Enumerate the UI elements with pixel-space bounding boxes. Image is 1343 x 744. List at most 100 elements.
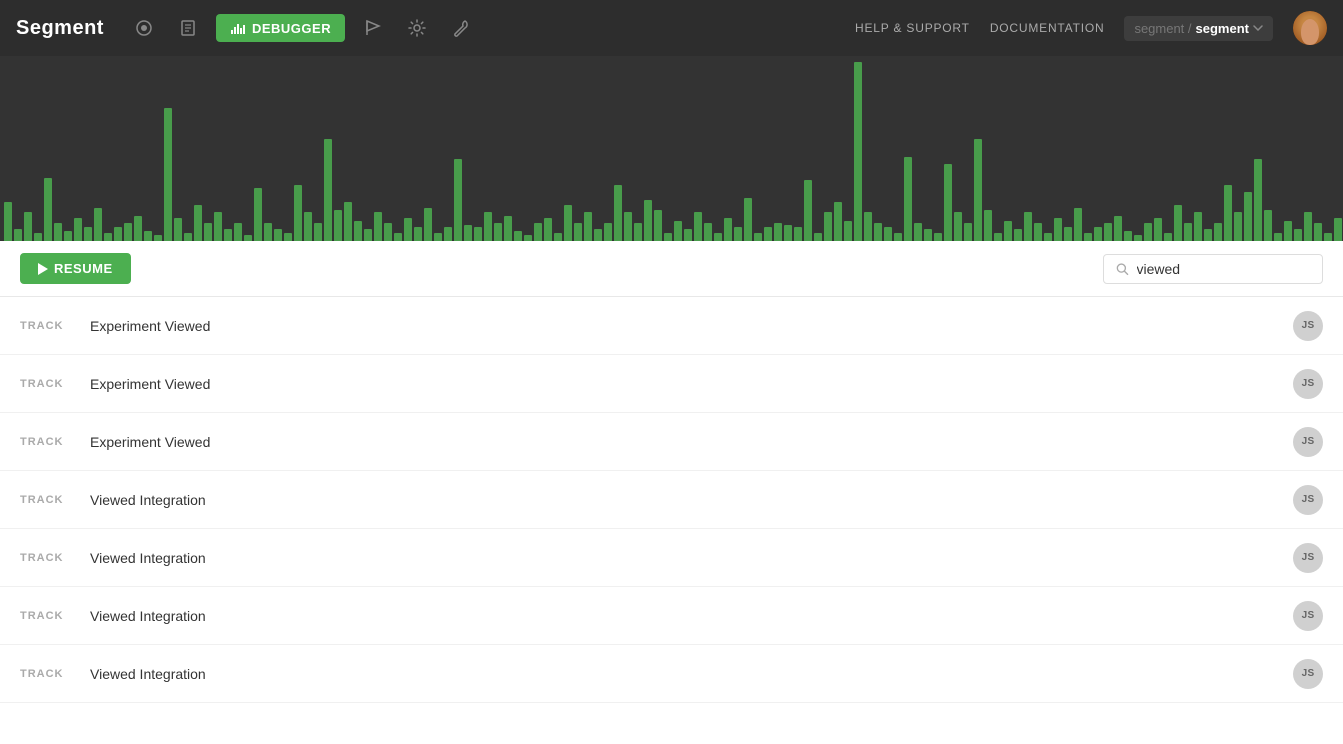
chart-bar [864,212,872,241]
chart-bar [964,223,972,241]
chart-bar [1294,229,1302,241]
documentation-link[interactable]: DOCUMENTATION [990,21,1105,35]
chart-bar [944,164,952,241]
search-input[interactable] [1137,261,1310,277]
chart-bar [144,231,152,241]
schema-icon[interactable] [172,12,204,44]
workspace-selector[interactable]: segment / segment [1124,16,1273,41]
app-logo: Segment [16,17,104,40]
chart-bar [34,233,42,241]
chart-bar [314,223,322,241]
event-row[interactable]: TRACKViewed IntegrationJS [0,471,1343,529]
chart-bar [194,205,202,241]
chart-bar [234,223,242,241]
chart-bar [874,223,882,241]
chevron-down-icon [1253,25,1263,31]
chart-bar [794,227,802,241]
chart-bar [404,218,412,241]
sources-icon[interactable] [128,12,160,44]
event-name-label: Viewed Integration [90,492,1293,508]
chart-bar [1194,212,1202,241]
help-support-link[interactable]: HELP & SUPPORT [855,21,970,35]
chart-bar [104,233,112,241]
event-type-label: TRACK [20,668,90,680]
chart-bar [1204,229,1212,241]
source-badge: JS [1293,427,1323,457]
chart-bar [114,227,122,241]
event-row[interactable]: TRACKViewed IntegrationJS [0,645,1343,703]
tools-icon[interactable] [445,12,477,44]
chart-bar [354,221,362,241]
chart-bar [64,231,72,241]
chart-bar [1304,212,1312,241]
chart-bar [994,233,1002,241]
settings-icon[interactable] [401,12,433,44]
chart-bar [344,202,352,241]
resume-label: RESUME [54,261,113,276]
user-avatar[interactable] [1293,11,1327,45]
chart-bar [434,233,442,241]
chart-bar [844,221,852,241]
chart-bar [44,178,52,241]
debugger-button[interactable]: DEBUGGER [216,14,345,42]
chart-bar [714,233,722,241]
chart-bar [1074,208,1082,241]
chart-bar [244,235,252,241]
chart-bar [394,233,402,241]
chart-bar [84,227,92,241]
chart-bar [254,188,262,241]
chart-bar [1164,233,1172,241]
chart-bar [784,225,792,241]
event-row[interactable]: TRACKExperiment ViewedJS [0,297,1343,355]
event-row[interactable]: TRACKExperiment ViewedJS [0,413,1343,471]
chart-bar [984,210,992,241]
chart-bar [624,212,632,241]
source-badge: JS [1293,543,1323,573]
chart-bar [204,223,212,241]
search-container [1103,254,1323,284]
chart-bar [1054,218,1062,241]
chart-bar [884,227,892,241]
destinations-icon[interactable] [357,12,389,44]
event-type-label: TRACK [20,436,90,448]
chart-bar [974,139,982,241]
chart-bar [814,233,822,241]
chart-bar [414,227,422,241]
chart-bar [574,223,582,241]
resume-button[interactable]: RESUME [20,253,131,284]
search-icon [1116,262,1129,276]
chart-bar [1284,221,1292,241]
event-row[interactable]: TRACKViewed IntegrationJS [0,587,1343,645]
event-type-label: TRACK [20,320,90,332]
chart-bar [834,202,842,241]
event-row[interactable]: TRACKViewed IntegrationJS [0,529,1343,587]
chart-bar [1254,159,1262,241]
chart-bar [904,157,912,241]
event-row[interactable]: TRACKExperiment ViewedJS [0,355,1343,413]
chart-bar [524,235,532,241]
event-name-label: Experiment Viewed [90,376,1293,392]
chart-bar [744,198,752,241]
chart-bar [684,229,692,241]
chart-bar [554,233,562,241]
chart-bar [1124,231,1132,241]
chart-bar [1174,205,1182,241]
chart-bar [1334,218,1342,241]
chart-bar [1154,218,1162,241]
chart-bar [1004,221,1012,241]
chart-bar [474,227,482,241]
chart-bar [564,205,572,241]
chart-bar [804,180,812,241]
chart-bar [584,212,592,241]
source-badge: JS [1293,601,1323,631]
chart-bar [924,229,932,241]
workspace-name: segment [1196,21,1249,36]
chart-bar [424,208,432,241]
chart-bar [464,225,472,241]
chart-bar [1314,223,1322,241]
source-badge: JS [1293,659,1323,689]
chart-bar [364,229,372,241]
chart-bar [824,212,832,241]
top-navigation: Segment DE [0,0,1343,56]
chart-bar [704,223,712,241]
